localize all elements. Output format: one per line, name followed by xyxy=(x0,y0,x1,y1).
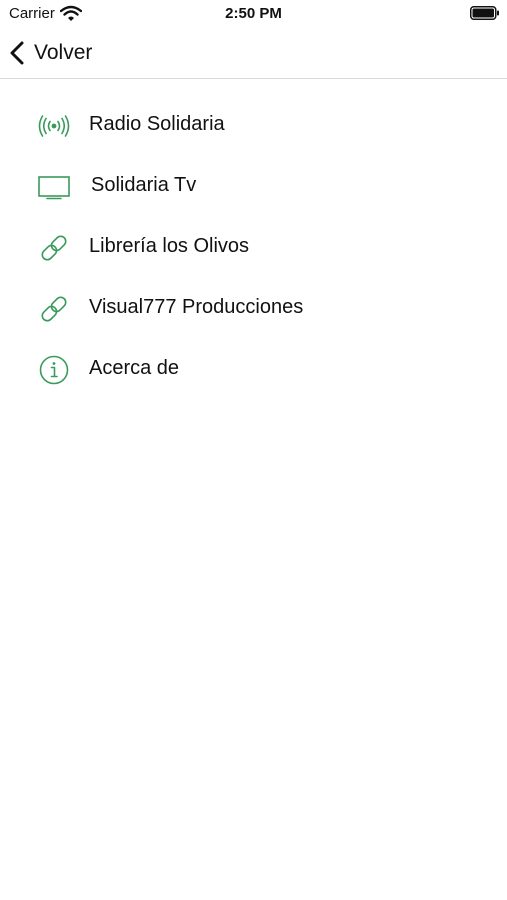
chevron-left-icon xyxy=(10,41,24,65)
navigation-bar: Volver xyxy=(0,28,507,79)
radio-broadcast-icon xyxy=(38,115,70,137)
tv-icon xyxy=(38,176,70,200)
link-icon xyxy=(41,235,67,261)
menu-list: Radio Solidaria Solidaria Tv Librería lo… xyxy=(0,95,507,400)
menu-item-label: Acerca de xyxy=(89,357,180,379)
link-icon xyxy=(41,296,67,322)
menu-item-libreria-los-olivos[interactable]: Librería los Olivos xyxy=(0,217,507,278)
menu-item-label: Radio Solidaria xyxy=(89,113,225,135)
back-label: Volver xyxy=(34,41,93,64)
info-icon xyxy=(39,355,69,385)
menu-item-visual777-producciones[interactable]: Visual777 Producciones xyxy=(0,278,507,339)
back-button[interactable]: Volver xyxy=(8,38,92,68)
status-bar: Carrier 2:50 PM xyxy=(0,0,507,28)
battery-icon xyxy=(470,6,499,20)
menu-item-label: Librería los Olivos xyxy=(89,235,250,257)
menu-item-acerca-de[interactable]: Acerca de xyxy=(0,339,507,400)
menu-item-label: Solidaria Tv xyxy=(91,174,197,196)
status-time: 2:50 PM xyxy=(225,5,282,22)
menu-item-label: Visual777 Producciones xyxy=(89,296,304,318)
menu-item-radio-solidaria[interactable]: Radio Solidaria xyxy=(0,95,507,156)
menu-item-solidaria-tv[interactable]: Solidaria Tv xyxy=(0,156,507,217)
